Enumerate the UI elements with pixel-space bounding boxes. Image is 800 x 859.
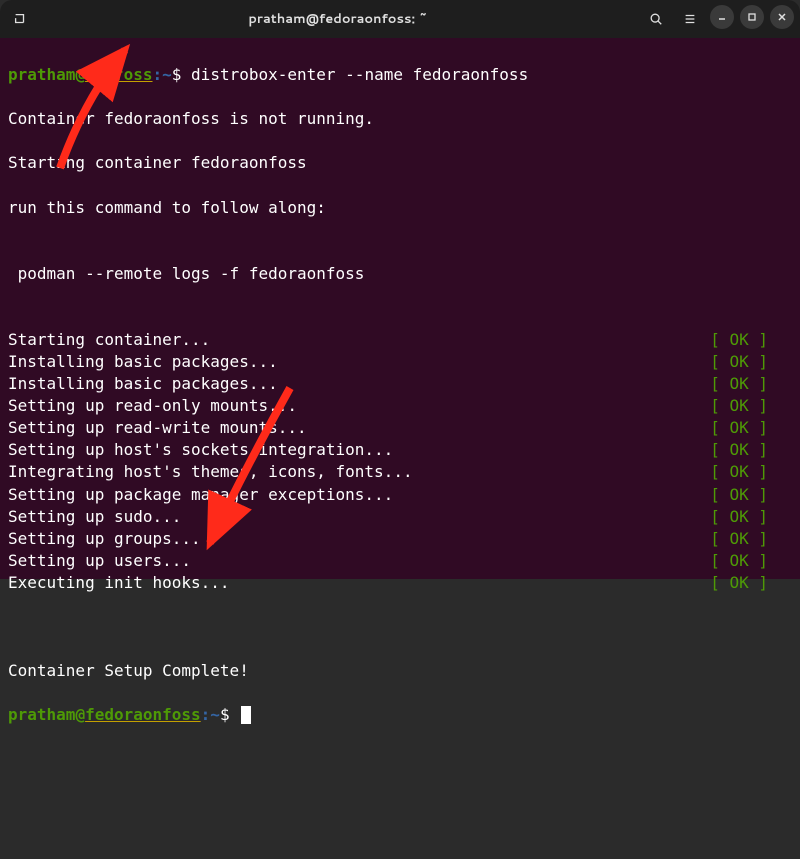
step-row: Setting up groups... [ OK ] [8, 528, 792, 550]
step-label: Setting up groups... [8, 528, 201, 550]
step-label: Installing basic packages... [8, 373, 278, 395]
maximize-button[interactable] [740, 5, 764, 29]
step-label: Installing basic packages... [8, 351, 278, 373]
step-row: Setting up package manager exceptions...… [8, 484, 792, 506]
prompt-at: @ [75, 705, 85, 724]
command-entered: distrobox-enter --name fedoraonfoss [191, 65, 528, 84]
step-row: Setting up sudo... [ OK ] [8, 506, 792, 528]
step-status: [ OK ] [710, 329, 792, 351]
step-label: Integrating host's themes, icons, fonts.… [8, 461, 413, 483]
prompt-user: pratham [8, 705, 75, 724]
step-status: [ OK ] [710, 373, 792, 395]
step-row: Executing init hooks... [ OK ] [8, 572, 792, 594]
terminal-area[interactable]: pratham@itsfoss:~$ distrobox-enter --nam… [0, 38, 800, 579]
search-icon [649, 12, 663, 26]
output-line: podman --remote logs -f fedoraonfoss [8, 263, 792, 285]
minimize-button[interactable] [710, 5, 734, 29]
step-row: Starting container... [ OK ] [8, 329, 792, 351]
output-line: Starting container fedoraonfoss [8, 152, 792, 174]
maximize-icon [747, 12, 757, 22]
menu-icon [683, 12, 697, 26]
step-status: [ OK ] [710, 506, 792, 528]
cursor [241, 706, 251, 724]
step-label: Setting up read-only mounts... [8, 395, 297, 417]
titlebar: pratham@fedoraonfoss: ~ [0, 0, 800, 38]
step-label: Executing init hooks... [8, 572, 230, 594]
step-status: [ OK ] [710, 484, 792, 506]
step-label: Starting container... [8, 329, 210, 351]
new-tab-button[interactable] [6, 5, 34, 33]
prompt-user: pratham [8, 65, 75, 84]
prompt-path: :~ [201, 705, 220, 724]
step-label: Setting up read-write mounts... [8, 417, 307, 439]
step-status: [ OK ] [710, 572, 792, 594]
prompt-at: @ [75, 65, 85, 84]
step-row: Setting up host's sockets integration...… [8, 439, 792, 461]
step-row: Setting up read-write mounts... [ OK ] [8, 417, 792, 439]
step-status: [ OK ] [710, 439, 792, 461]
prompt-host: itsfoss [85, 65, 152, 84]
search-button[interactable] [642, 5, 670, 33]
step-status: [ OK ] [710, 395, 792, 417]
complete-line: Container Setup Complete! [8, 660, 792, 682]
prompt-line-1: pratham@itsfoss:~$ distrobox-enter --nam… [8, 64, 792, 86]
output-line: Container fedoraonfoss is not running. [8, 108, 792, 130]
prompt-line-2: pratham@fedoraonfoss:~$ [8, 704, 792, 726]
step-row: Integrating host's themes, icons, fonts.… [8, 461, 792, 483]
step-row: Setting up read-only mounts... [ OK ] [8, 395, 792, 417]
prompt-dollar: $ [220, 705, 239, 724]
step-row: Setting up users... [ OK ] [8, 550, 792, 572]
step-label: Setting up users... [8, 550, 191, 572]
minimize-icon [717, 12, 727, 22]
prompt-path: :~ [153, 65, 172, 84]
step-row: Installing basic packages... [ OK ] [8, 351, 792, 373]
window-title: pratham@fedoraonfoss: ~ [40, 10, 636, 28]
close-button[interactable] [770, 5, 794, 29]
step-status: [ OK ] [710, 528, 792, 550]
menu-button[interactable] [676, 5, 704, 33]
output-line: run this command to follow along: [8, 197, 792, 219]
step-status: [ OK ] [710, 461, 792, 483]
step-status: [ OK ] [710, 550, 792, 572]
close-icon [777, 12, 787, 22]
step-label: Setting up host's sockets integration... [8, 439, 393, 461]
new-tab-icon [13, 12, 27, 26]
step-status: [ OK ] [710, 417, 792, 439]
step-status: [ OK ] [710, 351, 792, 373]
prompt-host: fedoraonfoss [85, 705, 201, 724]
prompt-dollar: $ [172, 65, 191, 84]
step-row: Installing basic packages... [ OK ] [8, 373, 792, 395]
step-label: Setting up package manager exceptions... [8, 484, 393, 506]
step-label: Setting up sudo... [8, 506, 181, 528]
blank-line [8, 616, 792, 638]
